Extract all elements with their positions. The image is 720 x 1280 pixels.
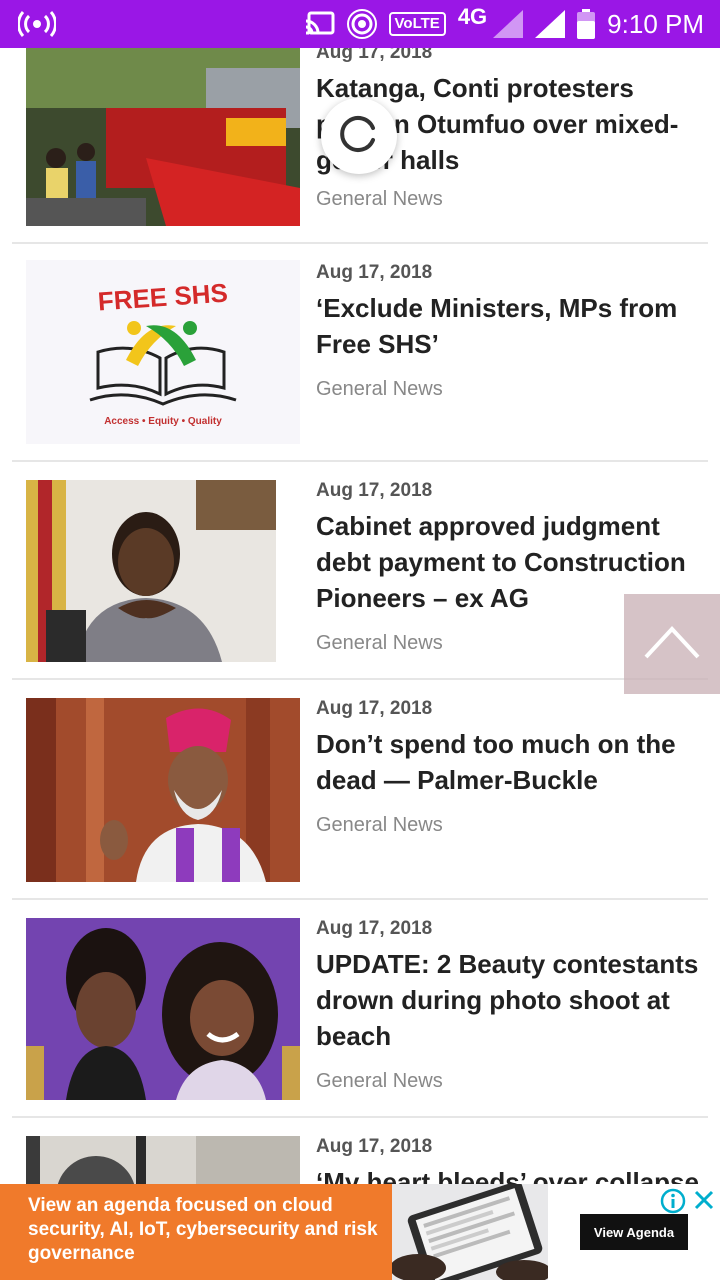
article-date: Aug 17, 2018 xyxy=(316,918,433,939)
logo-tagline: Access • Equity • Quality xyxy=(104,416,222,427)
signal-strong-icon xyxy=(535,10,566,38)
status-bar: VoLTE 4G 9:10 PM xyxy=(0,0,720,48)
cast-icon xyxy=(305,11,335,37)
ad-banner[interactable]: View an agenda focused on cloud security… xyxy=(0,1184,720,1280)
article-date: Aug 17, 2018 xyxy=(316,698,433,719)
article-card[interactable]: Aug 17, 2018 UPDATE: 2 Beauty contestant… xyxy=(12,900,708,1118)
ad-close-icon[interactable] xyxy=(692,1188,716,1217)
signal-weak-icon xyxy=(493,10,524,38)
view-agenda-button[interactable]: View Agenda xyxy=(580,1214,688,1250)
article-card[interactable]: FREE SHS Access • Equity • Quality Aug 1… xyxy=(12,244,708,462)
article-title[interactable]: Don’t spend too much on the dead — Palme… xyxy=(316,726,708,798)
article-card[interactable]: Aug 17, 2018 Cabinet approved judgment d… xyxy=(12,462,708,680)
ad-image[interactable] xyxy=(392,1184,548,1280)
article-date: Aug 17, 2018 xyxy=(316,262,433,283)
network-type: 4G xyxy=(457,4,488,29)
chevron-up-icon xyxy=(644,625,700,664)
article-category[interactable]: General News xyxy=(316,1070,708,1093)
article-thumbnail[interactable] xyxy=(26,48,300,226)
hotspot-signal-icon xyxy=(346,9,377,39)
clock: 9:10 PM xyxy=(607,8,704,39)
volte-badge: VoLTE xyxy=(388,12,446,36)
refresh-spinner-icon xyxy=(339,114,379,159)
article-thumbnail[interactable] xyxy=(26,698,300,882)
loading-spinner xyxy=(321,98,397,174)
article-category[interactable]: General News xyxy=(316,378,708,401)
ad-info-icon[interactable] xyxy=(660,1188,686,1219)
article-title[interactable]: UPDATE: 2 Beauty contestants drown durin… xyxy=(316,946,708,1054)
article-thumbnail[interactable] xyxy=(26,918,300,1100)
article-thumbnail[interactable]: FREE SHS Access • Equity • Quality xyxy=(26,260,300,444)
scroll-to-top-button[interactable] xyxy=(624,594,720,694)
ad-text[interactable]: View an agenda focused on cloud security… xyxy=(28,1194,388,1266)
battery-icon xyxy=(577,9,596,39)
article-date: Aug 17, 2018 xyxy=(316,1136,433,1157)
article-card[interactable]: Aug 17, 2018 Don’t spend too much on the… xyxy=(12,680,708,900)
article-date: Aug 17, 2018 xyxy=(316,480,433,501)
article-category[interactable]: General News xyxy=(316,188,708,211)
ad-text-panel[interactable]: View an agenda focused on cloud security… xyxy=(0,1184,392,1280)
article-thumbnail[interactable] xyxy=(26,480,276,662)
article-title[interactable]: ‘Exclude Ministers, MPs from Free SHS’ xyxy=(316,290,708,362)
hotspot-icon xyxy=(18,10,56,38)
article-category[interactable]: General News xyxy=(316,814,708,837)
